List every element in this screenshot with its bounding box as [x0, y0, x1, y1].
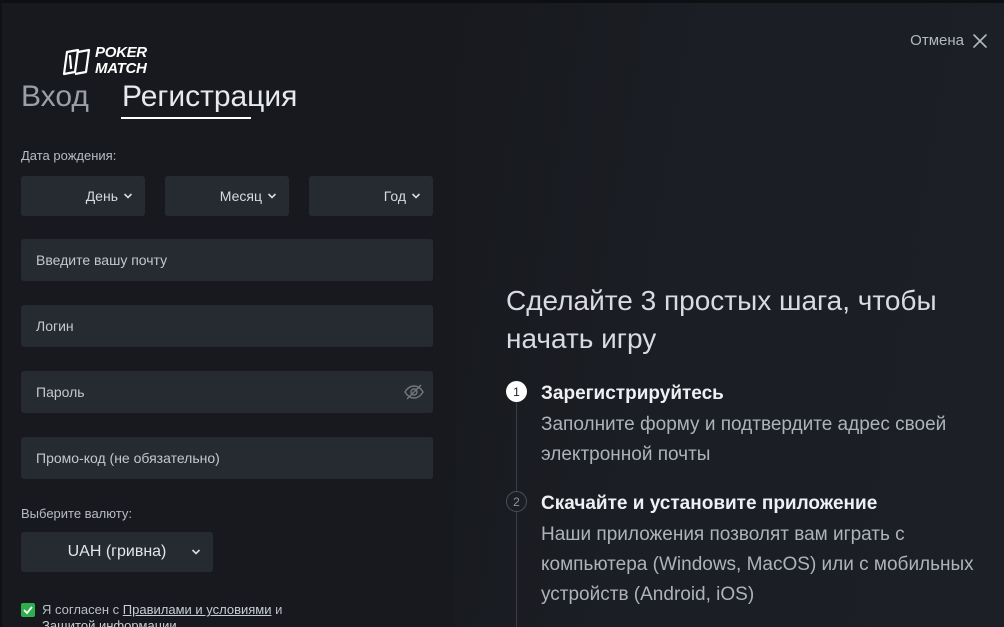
terms-text: Я согласен с Правилами и условиями и Защ… — [42, 602, 332, 627]
day-select[interactable]: День — [21, 176, 145, 216]
step-1-number: 1 — [506, 381, 527, 402]
email-field[interactable]: Введите вашу почту — [21, 239, 433, 281]
steps-connector — [516, 402, 517, 627]
terms-link[interactable]: Правилами и условиями — [123, 602, 272, 617]
check-icon — [23, 606, 33, 615]
terms-mid: и — [271, 602, 283, 617]
month-select[interactable]: Месяц — [165, 176, 289, 216]
day-select-value: День — [85, 188, 118, 204]
eye-off-icon[interactable] — [403, 382, 425, 402]
left-border — [0, 0, 2, 627]
step-2-number: 2 — [506, 491, 527, 512]
promo-placeholder: Промо-код (не обязательно) — [36, 450, 220, 466]
logo-wordmark: POKER MATCH — [95, 45, 147, 77]
step-2-title: Скачайте и установите приложение — [541, 493, 878, 514]
email-placeholder: Введите вашу почту — [36, 252, 168, 268]
terms-prefix: Я согласен с — [42, 602, 123, 617]
tab-register[interactable]: Регистрация — [122, 80, 297, 114]
tab-login[interactable]: Вход — [21, 80, 89, 114]
currency-value: UAH (гривна) — [67, 543, 167, 560]
chevron-down-icon — [267, 193, 277, 199]
currency-select[interactable]: UAH (гривна) — [21, 532, 213, 572]
active-tab-indicator — [121, 117, 251, 119]
cancel-button[interactable]: Отмена — [910, 32, 988, 49]
currency-label: Выберите валюту: — [21, 506, 132, 521]
chevron-down-icon — [123, 193, 133, 199]
year-select-value: Год — [383, 188, 406, 204]
close-icon — [973, 33, 987, 48]
login-placeholder: Логин — [36, 318, 74, 334]
promo-code-field[interactable]: Промо-код (не обязательно) — [21, 437, 433, 479]
birth-date-label: Дата рождения: — [21, 148, 117, 163]
logo-line-2: MATCH — [95, 60, 147, 77]
step-1-description: Заполните форму и подтвердите адрес свое… — [541, 414, 947, 465]
privacy-link[interactable]: Защитой информации — [42, 618, 177, 627]
step-1-title: Зарегистрируйтесь — [541, 383, 724, 404]
cancel-label: Отмена — [910, 32, 964, 49]
terms-checkbox[interactable] — [21, 603, 35, 617]
pokermatch-logo: POKER MATCH — [61, 44, 161, 80]
password-field[interactable]: Пароль — [21, 371, 433, 413]
logo-line-1: POKER — [95, 44, 147, 61]
logo-mark-icon — [62, 48, 91, 76]
password-placeholder: Пароль — [36, 384, 85, 400]
chevron-down-icon — [411, 193, 421, 199]
chevron-down-icon — [191, 549, 201, 555]
month-select-value: Месяц — [219, 188, 262, 204]
step-2-description: Наши приложения позволят вам играть с ко… — [541, 524, 974, 605]
promo-headline: Сделайте 3 простых шага, чтобы начать иг… — [506, 285, 937, 354]
year-select[interactable]: Год — [309, 176, 433, 216]
login-field[interactable]: Логин — [21, 305, 433, 347]
